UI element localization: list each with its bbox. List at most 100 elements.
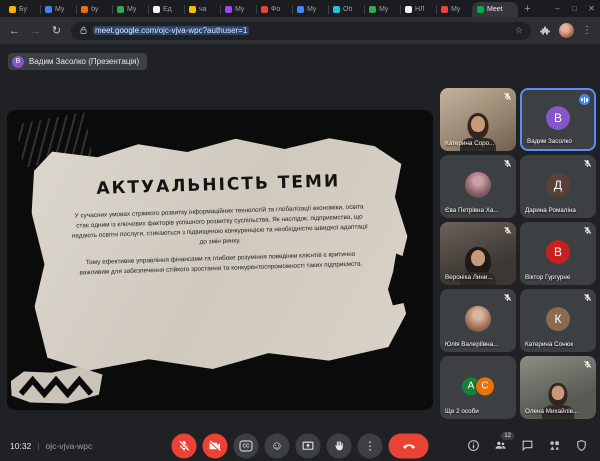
tab-label: Му	[55, 6, 64, 13]
captions-icon: cc	[240, 440, 253, 451]
participant-tile[interactable]: Д Дарина Ромаліна	[520, 155, 596, 218]
browser-tab-active-meet[interactable]: Meet	[472, 2, 518, 17]
chat-icon[interactable]	[520, 439, 534, 453]
participant-tile[interactable]: Олена Михайлів...	[520, 356, 596, 419]
tab-favicon	[45, 6, 52, 13]
end-call-button[interactable]	[389, 433, 429, 458]
new-tab-button[interactable]: +	[520, 2, 535, 17]
browser-tab[interactable]: Му	[364, 2, 400, 17]
slide-body: У сучасних умовах стрімкого розвитку інф…	[69, 202, 371, 278]
browser-menu-icon[interactable]: ⋮	[582, 25, 592, 36]
tab-label: НЛ	[415, 6, 425, 13]
captions-button[interactable]: cc	[234, 433, 259, 458]
participant-avatar: В	[546, 240, 570, 264]
extensions-puzzle-icon[interactable]	[539, 25, 551, 37]
meeting-details-icon[interactable]	[466, 439, 480, 453]
mic-toggle-button[interactable]	[172, 433, 197, 458]
address-bar[interactable]: meet.google.com/ojc-vjva-wpc?authuser=1 …	[71, 22, 531, 40]
more-options-button[interactable]: ⋮	[358, 433, 383, 458]
tab-label: Фо	[271, 6, 280, 13]
present-screen-icon	[302, 439, 315, 452]
smile-icon: ☺	[271, 440, 283, 452]
tab-favicon	[297, 6, 304, 13]
tab-label: Му	[379, 6, 388, 13]
participant-tile[interactable]: Юлія Валеріївна...	[440, 289, 516, 352]
camera-off-icon	[209, 439, 222, 452]
browser-tab[interactable]: Му	[40, 2, 76, 17]
call-controls: cc ☺ ⋮	[172, 433, 429, 458]
mic-off-icon	[503, 159, 512, 168]
tab-label: ча	[199, 6, 207, 13]
lock-icon	[79, 26, 88, 35]
browser-tab[interactable]: Фо	[256, 2, 292, 17]
reload-button[interactable]: ↻	[50, 24, 63, 37]
present-button[interactable]	[296, 433, 321, 458]
browser-tab[interactable]: Бу	[4, 2, 40, 17]
presenter-chip[interactable]: В Вадим Засолко (Презентація)	[8, 53, 147, 70]
browser-tab[interactable]: Му	[292, 2, 328, 17]
toolbar-extras: ⋮	[539, 23, 592, 38]
browser-tab[interactable]: НЛ	[400, 2, 436, 17]
side-panel-buttons: 12	[466, 439, 588, 453]
more-options-icon: ⋮	[365, 439, 376, 452]
profile-avatar[interactable]	[559, 23, 574, 38]
presenter-chip-label: Вадим Засолко (Презентація)	[29, 57, 139, 66]
slide-title: АКТУАЛЬНІСТЬ ТЕМИ	[96, 171, 340, 199]
shared-presentation-slide: АКТУАЛЬНІСТЬ ТЕМИ У сучасних умовах стрі…	[7, 110, 433, 410]
participant-tile[interactable]: Єва Петрівна Ха...	[440, 155, 516, 218]
participant-tile[interactable]: К Катерина Сонюк	[520, 289, 596, 352]
browser-tab[interactable]: Об	[328, 2, 364, 17]
browser-tab[interactable]: ча	[184, 2, 220, 17]
tab-label: Об	[343, 6, 352, 13]
people-count-badge: 12	[501, 432, 514, 440]
url-text: meet.google.com/ojc-vjva-wpc?authuser=1	[93, 26, 249, 35]
participant-name: Вадим Засолко	[527, 138, 590, 145]
participant-name: Олена Михайлів...	[525, 408, 592, 415]
tab-favicon	[405, 6, 412, 13]
activities-icon[interactable]	[547, 439, 561, 453]
mic-off-icon	[583, 159, 592, 168]
participant-tile[interactable]: Вероніка Лини...	[440, 222, 516, 285]
participant-tile-speaking[interactable]: В Вадим Засолко	[520, 88, 596, 151]
end-call-icon	[402, 439, 415, 452]
participant-avatar: Д	[546, 173, 570, 197]
raise-hand-button[interactable]	[327, 433, 352, 458]
reactions-button[interactable]: ☺	[265, 433, 290, 458]
meet-stage: В Вадим Засолко (Презентація) АКТУАЛЬНІС…	[0, 44, 600, 461]
participant-name: Катерина Соро...	[445, 140, 512, 147]
slide-paragraph: Тому ефективне управління фінансами та г…	[70, 249, 370, 278]
meeting-code: ojc-vjva-wpc	[46, 441, 93, 451]
browser-tab[interactable]: Му	[220, 2, 256, 17]
close-button[interactable]: ✕	[583, 4, 600, 13]
participant-tile[interactable]: Катерина Соро...	[440, 88, 516, 151]
tab-favicon	[333, 6, 340, 13]
bookmark-icon[interactable]: ☆	[515, 25, 523, 36]
participant-name: Ще 2 особи	[445, 408, 512, 415]
slide-paragraph: У сучасних умовах стрімкого розвитку інф…	[69, 202, 370, 251]
mic-off-icon	[503, 293, 512, 302]
participant-name: Юлія Валеріївна...	[445, 341, 512, 348]
minimize-button[interactable]: –	[549, 4, 566, 13]
participant-photo-avatar	[465, 305, 491, 331]
back-button[interactable]: ←	[8, 25, 21, 37]
host-controls-icon[interactable]	[574, 439, 588, 453]
participant-avatar: К	[546, 307, 570, 331]
maximize-button[interactable]: □	[566, 4, 583, 13]
mic-off-icon	[178, 439, 191, 452]
browser-tab[interactable]: Му	[436, 2, 472, 17]
slide-scribble	[19, 376, 93, 398]
browser-window: Бу Му бу Му Ед ча Му Фо Му Об Му НЛ Му M…	[0, 0, 600, 461]
mic-off-icon	[503, 92, 512, 101]
people-icon[interactable]: 12	[493, 439, 507, 453]
browser-tab[interactable]: бу	[76, 2, 112, 17]
camera-toggle-button[interactable]	[203, 433, 228, 458]
slide-paper: АКТУАЛЬНІСТЬ ТЕМИ У сучасних умовах стрі…	[29, 131, 411, 377]
forward-button[interactable]: →	[29, 25, 42, 37]
tab-favicon	[81, 6, 88, 13]
tab-label: Meet	[487, 6, 503, 13]
browser-tab[interactable]: Ед	[148, 2, 184, 17]
tab-label: Бу	[19, 6, 27, 13]
participant-tile-overflow[interactable]: А С Ще 2 особи	[440, 356, 516, 419]
participant-tile[interactable]: В Віктор Гургурне	[520, 222, 596, 285]
browser-tab[interactable]: Му	[112, 2, 148, 17]
